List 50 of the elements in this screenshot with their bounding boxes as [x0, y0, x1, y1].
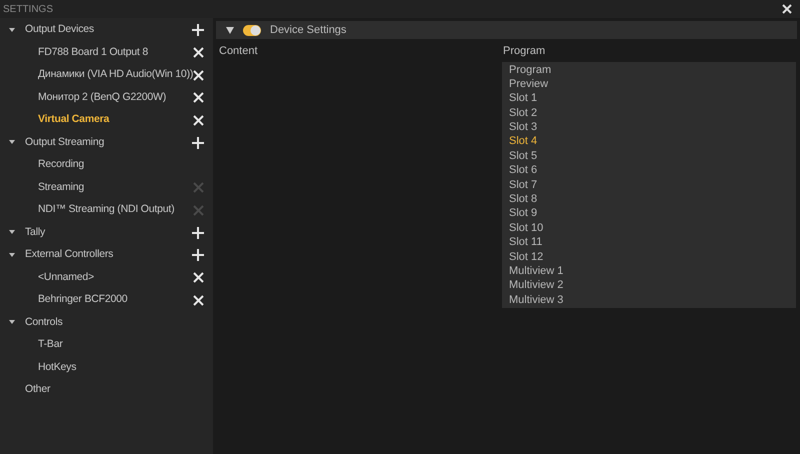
- sidebar-item[interactable]: FD788 Board 1 Output 8: [38, 44, 191, 61]
- dropdown-option[interactable]: Slot 11: [502, 235, 796, 250]
- dropdown-option[interactable]: Slot 4: [502, 134, 796, 149]
- dropdown-option[interactable]: Slot 3: [502, 120, 796, 134]
- dropdown-option[interactable]: Multiview 1: [502, 264, 796, 278]
- sidebar-item[interactable]: T-Bar: [38, 337, 204, 354]
- dropdown-option[interactable]: Slot 7: [502, 178, 796, 192]
- dropdown-option[interactable]: Slot 6: [502, 163, 796, 178]
- dropdown-value[interactable]: Program: [502, 43, 797, 60]
- expanded-arrow-icon[interactable]: [8, 230, 14, 236]
- expanded-arrow-icon[interactable]: [8, 140, 14, 146]
- plus-icon[interactable]: [192, 226, 204, 239]
- window-title: SETTINGS: [3, 2, 54, 16]
- sidebar-item[interactable]: HotKeys: [38, 360, 204, 376]
- plus-icon[interactable]: [192, 136, 204, 149]
- section-header[interactable]: Device Settings: [216, 21, 797, 39]
- dropdown-option[interactable]: Slot 1: [502, 91, 796, 106]
- dropdown-option[interactable]: Slot 12: [502, 250, 796, 264]
- dropdown-option[interactable]: Slot 10: [502, 220, 796, 236]
- expanded-arrow-icon[interactable]: [226, 26, 234, 34]
- expanded-arrow-icon[interactable]: [8, 28, 14, 33]
- dropdown-option[interactable]: Preview: [502, 76, 796, 92]
- sidebar-item[interactable]: Динамики (VIA HD Audio(Win 10)): [38, 67, 191, 84]
- sidebar-item[interactable]: Virtual Camera: [38, 112, 191, 128]
- field-label: Content: [218, 44, 259, 59]
- dropdown-option[interactable]: Multiview 2: [502, 278, 796, 293]
- plus-icon[interactable]: [192, 249, 204, 262]
- sidebar-item[interactable]: Streaming: [38, 180, 191, 196]
- sidebar-item[interactable]: Tally: [25, 224, 190, 241]
- dropdown-option[interactable]: Slot 5: [502, 148, 796, 164]
- sidebar-item[interactable]: Output Streaming: [25, 134, 190, 151]
- sidebar-item[interactable]: <Unnamed>: [38, 270, 191, 286]
- sidebar-item[interactable]: Монитор 2 (BenQ G2200W): [38, 90, 191, 106]
- sidebar-item[interactable]: Other: [25, 382, 204, 398]
- dropdown-option[interactable]: Slot 8: [502, 192, 796, 206]
- sidebar-item[interactable]: External Controllers: [25, 247, 190, 264]
- dropdown-option[interactable]: Program: [502, 62, 796, 77]
- sidebar-item[interactable]: Output Devices: [25, 22, 190, 38]
- sidebar-item[interactable]: Controls: [25, 314, 204, 331]
- sidebar-item[interactable]: NDI™ Streaming (NDI Output): [38, 202, 191, 218]
- expanded-arrow-icon[interactable]: [8, 320, 14, 326]
- dropdown-option[interactable]: Multiview 3: [502, 292, 796, 308]
- sidebar-item[interactable]: Recording: [38, 157, 204, 174]
- toggle-icon[interactable]: [243, 24, 261, 36]
- section-title: Device Settings: [270, 22, 346, 38]
- dropdown-option[interactable]: Slot 2: [502, 106, 796, 120]
- sidebar-item[interactable]: Behringer BCF2000: [38, 292, 191, 308]
- expanded-arrow-icon[interactable]: [8, 252, 14, 258]
- dropdown-option[interactable]: Slot 9: [502, 206, 796, 221]
- plus-icon[interactable]: [192, 24, 204, 36]
